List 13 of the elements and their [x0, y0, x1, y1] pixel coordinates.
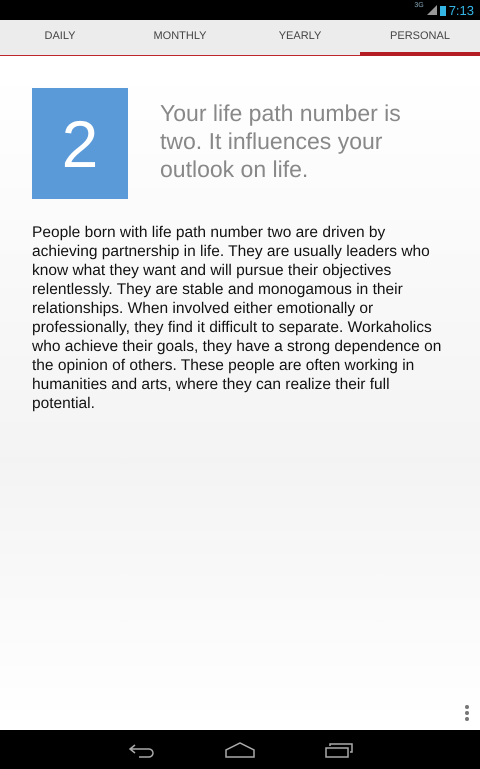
home-icon[interactable]: [225, 742, 255, 758]
description-text: People born with life path number two are driven by achieving partnership in life. They are usually leaders who know what they want and will pursue their objectives relentlessly. They are stable and monogamous in their relationships. When involved either emotionally or professionally, they find it difficult to separate. Workaholics who achieve their goals, they have a strong dependence on the opinion of others. These people are often working in humanities and arts, where they can realize their full potential.: [32, 223, 442, 413]
tab[interactable]: DAILY: [0, 20, 120, 56]
tab[interactable]: MONTHLY: [120, 20, 240, 56]
clock-time: 7:13: [448, 2, 474, 18]
battery-icon: [440, 4, 446, 16]
life-path-number: 2: [32, 88, 128, 199]
overflow-menu-icon[interactable]: [464, 704, 470, 722]
tab[interactable]: YEARLY: [240, 20, 360, 56]
recent-apps-icon[interactable]: [325, 742, 353, 758]
headline: Your life path number is two. It influences your outlook on life.: [160, 99, 402, 183]
back-icon[interactable]: [127, 742, 155, 758]
signal-icon: [426, 5, 437, 15]
